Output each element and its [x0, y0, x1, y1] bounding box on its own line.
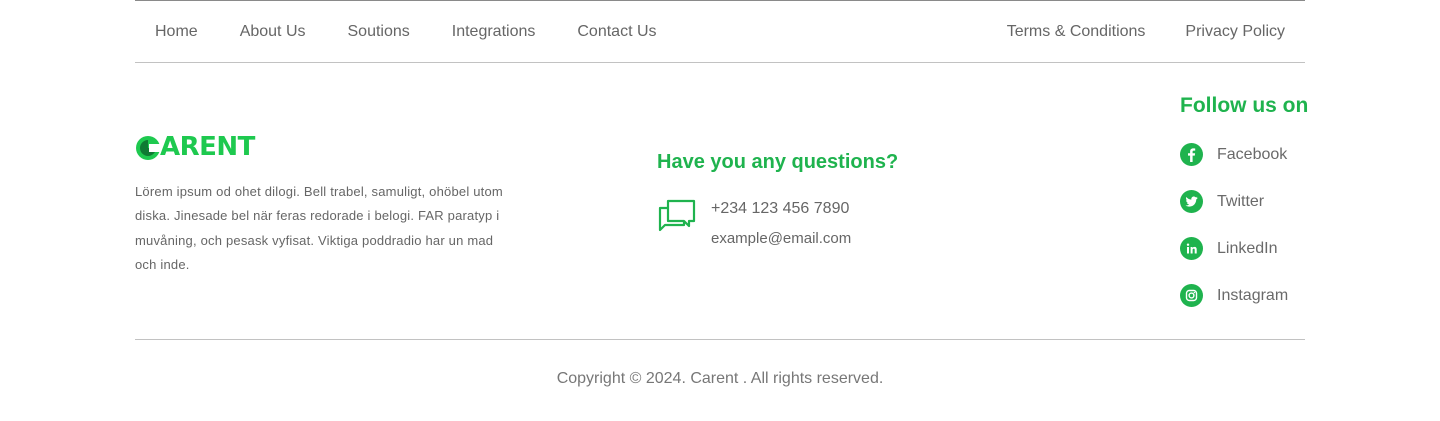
social-instagram-label: Instagram [1217, 286, 1289, 304]
brand-logo[interactable]: ARENT [135, 134, 255, 161]
nav-link-solutions[interactable]: Soutions [348, 23, 410, 41]
copyright-text: Copyright © 2024. Carent . All rights re… [556, 370, 884, 387]
contact-email[interactable]: example@email.com [711, 230, 851, 247]
follow-heading: Follow us on [1180, 94, 1309, 117]
nav-link-privacy[interactable]: Privacy Policy [1185, 23, 1285, 41]
brand-c-icon [136, 135, 161, 160]
nav-link-about-us[interactable]: About Us [240, 23, 306, 41]
footer-top-nav: Home About Us Soutions Integrations Cont… [135, 0, 1305, 63]
social-twitter-label: Twitter [1217, 192, 1265, 210]
instagram-icon [1180, 284, 1203, 307]
brand-name: ARENT [160, 132, 255, 162]
nav-link-integrations[interactable]: Integrations [452, 23, 536, 41]
twitter-icon [1180, 190, 1203, 213]
nav-link-contact-us[interactable]: Contact Us [577, 23, 656, 41]
social-twitter-link[interactable]: Twitter [1180, 190, 1264, 213]
nav-link-home[interactable]: Home [155, 23, 198, 41]
contact-phone[interactable]: +234 123 456 7890 [711, 200, 849, 218]
social-instagram-link[interactable]: Instagram [1180, 284, 1288, 307]
nav-link-terms[interactable]: Terms & Conditions [1007, 23, 1146, 41]
social-linkedin-label: LinkedIn [1217, 239, 1278, 257]
nav-right-group: Terms & Conditions Privacy Policy [987, 23, 1305, 41]
social-facebook-link[interactable]: Facebook [1180, 143, 1287, 166]
questions-heading: Have you any questions? [657, 151, 899, 173]
linkedin-icon [1180, 237, 1203, 260]
nav-left-group: Home About Us Soutions Integrations Cont… [135, 23, 679, 41]
footer-divider [135, 339, 1305, 340]
facebook-icon [1180, 143, 1203, 166]
social-facebook-label: Facebook [1217, 145, 1288, 163]
chat-bubbles-icon [658, 199, 696, 232]
about-text: Lörem ipsum od ohet dilogi. Bell trabel,… [135, 184, 503, 272]
social-linkedin-link[interactable]: LinkedIn [1180, 237, 1278, 260]
